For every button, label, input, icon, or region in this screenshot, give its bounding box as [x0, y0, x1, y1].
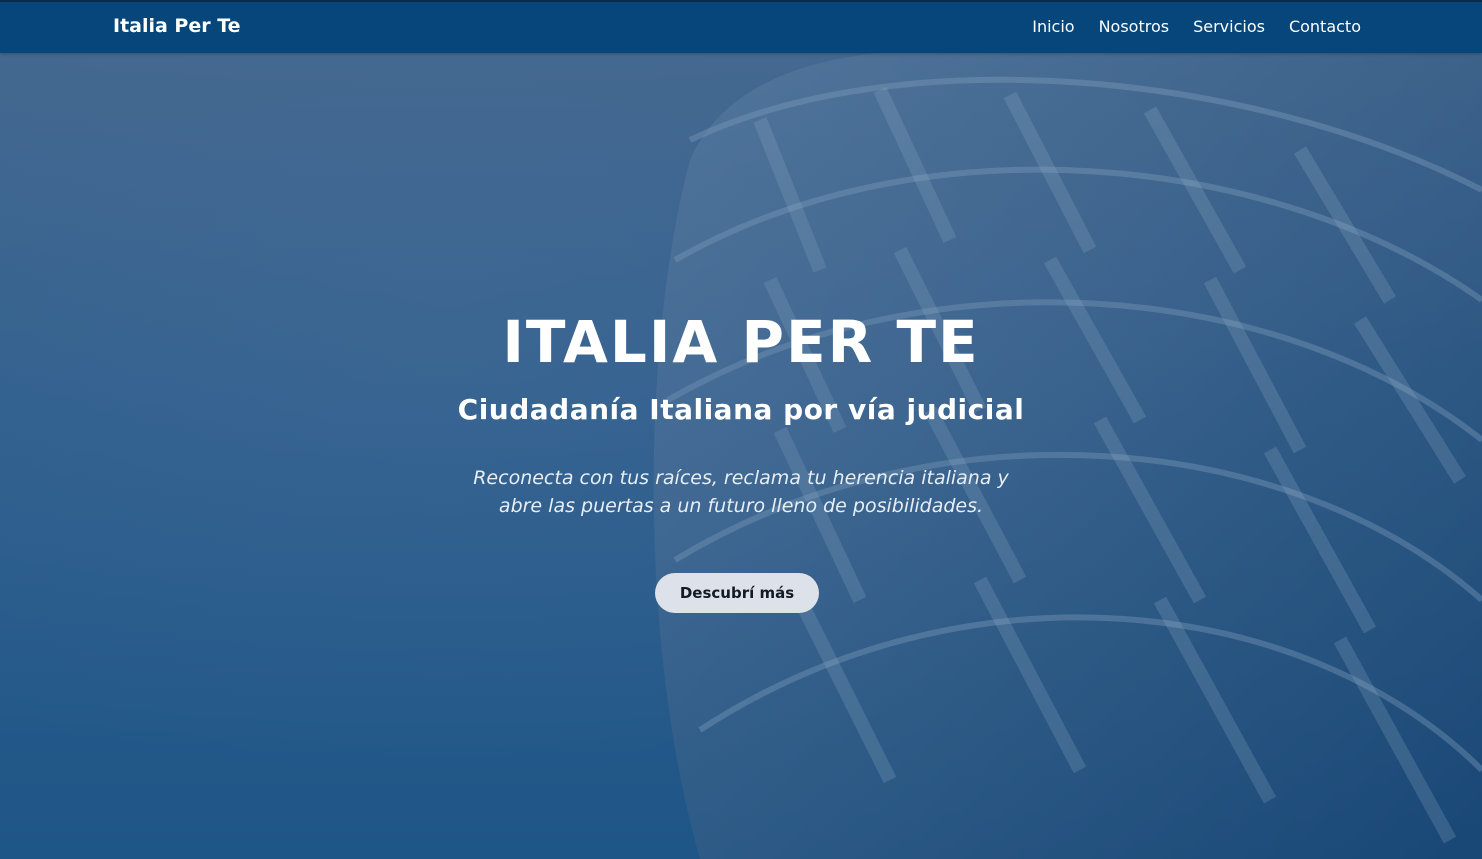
nav-links: Inicio Nosotros Servicios Contacto [1032, 17, 1361, 36]
brand-link[interactable]: Italia Per Te [113, 15, 241, 37]
nav-link-contacto[interactable]: Contacto [1289, 17, 1361, 36]
hero-description: Reconecta con tus raíces, reclama tu her… [473, 467, 1009, 517]
page: Italia Per Te Inicio Nosotros Servicios … [0, 0, 1482, 859]
nav-link-nosotros[interactable]: Nosotros [1099, 17, 1170, 36]
nav-link-inicio[interactable]: Inicio [1032, 17, 1074, 36]
hero-subtitle: Ciudadanía Italiana por vía judicial [457, 393, 1025, 426]
discover-more-button[interactable]: Descubrí más [655, 573, 819, 613]
hero-title: ITALIA PER TE [502, 308, 980, 376]
hero-section: ITALIA PER TE Ciudadanía Italiana por ví… [0, 53, 1482, 859]
navbar: Italia Per Te Inicio Nosotros Servicios … [0, 0, 1482, 53]
nav-link-servicios[interactable]: Servicios [1193, 17, 1265, 36]
